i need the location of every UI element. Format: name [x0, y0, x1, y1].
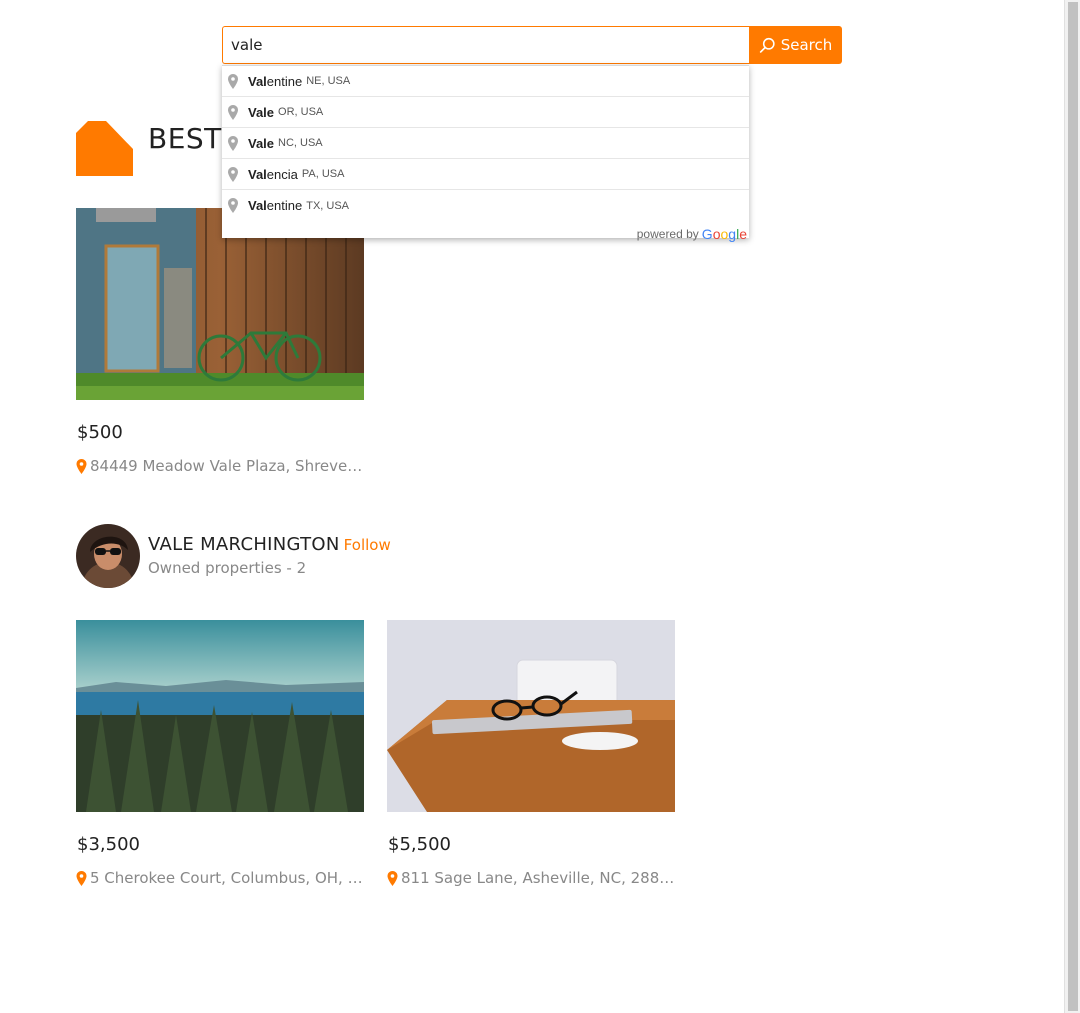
property-address: 84449 Meadow Vale Plaza, Shreveport, LA	[76, 457, 366, 475]
property-address-text: 811 Sage Lane, Asheville, NC, 28805	[401, 869, 677, 887]
suggestion-secondary: NE, USA	[306, 75, 351, 87]
owner-avatar[interactable]	[76, 524, 140, 588]
powered-by-text: powered by	[636, 227, 699, 241]
property-address-text: 84449 Meadow Vale Plaza, Shreveport, LA	[90, 457, 366, 475]
map-pin-icon	[228, 73, 238, 89]
property-price: $500	[77, 422, 123, 443]
google-logo: Google	[701, 226, 747, 242]
suggestion-item[interactable]: Vale NC, USA	[222, 128, 749, 159]
follow-link[interactable]: Follow	[344, 536, 391, 554]
suggestion-secondary: NC, USA	[278, 137, 323, 149]
property-price: $3,500	[77, 834, 140, 855]
map-marker-icon	[387, 870, 398, 886]
property-address-text: 5 Cherokee Court, Columbus, OH, 43215	[90, 869, 366, 887]
property-image[interactable]	[76, 620, 364, 812]
owner-name-text: VALE MARCHINGTON	[148, 534, 340, 555]
suggestion-match: Vale	[248, 135, 275, 151]
search-input[interactable]	[222, 26, 750, 64]
search-button[interactable]: Search	[749, 26, 842, 64]
property-image[interactable]	[387, 620, 675, 812]
vertical-scrollbar[interactable]	[1064, 0, 1080, 1013]
suggestion-item[interactable]: Val entine TX, USA	[222, 190, 749, 221]
map-pin-icon	[228, 104, 238, 120]
map-marker-icon	[76, 870, 87, 886]
suggestion-secondary: TX, USA	[306, 199, 350, 212]
property-price: $5,500	[388, 834, 451, 855]
property-address: 811 Sage Lane, Asheville, NC, 28805	[387, 869, 677, 887]
suggestion-rest: entine	[266, 198, 303, 213]
autocomplete-dropdown: Val entine NE, USA Vale OR, USA Vale NC, …	[222, 65, 749, 242]
suggestion-secondary: PA, USA	[301, 168, 345, 180]
page-title: BEST	[148, 122, 222, 155]
owner-name: VALE MARCHINGTON Follow	[148, 534, 391, 555]
property-address: 5 Cherokee Court, Columbus, OH, 43215	[76, 869, 366, 887]
suggestion-item[interactable]: Val entine NE, USA	[222, 66, 749, 97]
map-marker-icon	[76, 458, 87, 474]
suggestion-match: Val	[248, 73, 267, 89]
property-card[interactable]: $500 84449 Meadow Vale Plaza, Shreveport…	[76, 208, 366, 475]
owned-properties-count: Owned properties - 2	[148, 559, 307, 577]
suggestion-match: Val	[248, 198, 267, 213]
suggestion-secondary: OR, USA	[278, 106, 324, 118]
map-pin-icon	[228, 166, 238, 182]
suggestion-item[interactable]: Vale OR, USA	[222, 97, 749, 128]
suggestion-item[interactable]: Val encia PA, USA	[222, 159, 749, 190]
powered-by-google: powered by Google	[222, 221, 749, 242]
search-button-label: Search	[780, 36, 833, 54]
search-icon	[759, 37, 775, 53]
suggestion-rest: encia	[266, 166, 298, 182]
property-card[interactable]: $3,500 5 Cherokee Court, Columbus, OH, 4…	[76, 620, 366, 887]
scrollbar-thumb[interactable]	[1068, 2, 1078, 1011]
map-pin-icon	[228, 198, 238, 213]
suggestion-match: Vale	[248, 104, 275, 120]
property-card[interactable]: $5,500 811 Sage Lane, Asheville, NC, 288…	[387, 620, 677, 887]
map-pin-icon	[228, 135, 238, 151]
house-logo-icon[interactable]	[76, 121, 133, 176]
suggestion-rest: entine	[266, 73, 303, 89]
suggestion-match: Val	[248, 166, 267, 182]
